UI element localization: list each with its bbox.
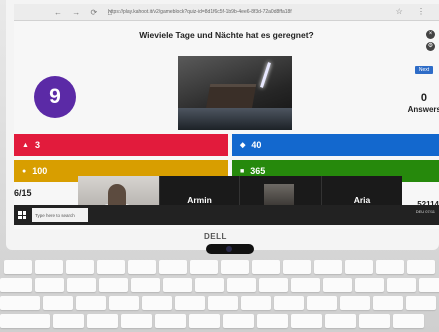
key[interactable] [76,296,106,310]
answer-text: 3 [34,140,40,150]
key[interactable] [373,296,403,310]
key[interactable] [97,260,125,274]
key[interactable] [0,278,32,292]
key[interactable] [163,278,192,292]
question-progress: 6/15 [14,188,32,198]
keyboard-row-3 [0,296,436,310]
next-button[interactable]: Next [415,66,433,74]
circle-icon: ● [22,167,27,175]
key[interactable] [53,314,84,328]
keyboard-row-1 [4,260,435,274]
sea-waves [178,108,292,130]
question-title: Wieviele Tage und Nächte hat es geregnet… [139,30,314,40]
key[interactable] [283,260,311,274]
close-icon[interactable]: × [426,30,435,39]
answer-option-blue[interactable]: ◆ 40 [232,134,439,156]
answer-text: 100 [32,166,48,176]
webcam-lens [226,246,232,252]
browser-menu-icons[interactable]: ☆ ⋮ [396,7,431,16]
key[interactable] [340,296,370,310]
key[interactable] [121,314,152,328]
key[interactable] [406,296,436,310]
keyboard-row-2 [0,278,439,292]
key[interactable] [190,260,218,274]
key[interactable] [355,278,384,292]
key[interactable] [393,314,424,328]
key[interactable] [221,260,249,274]
participant-label: Armin [187,194,212,205]
key[interactable] [87,314,118,328]
answers-label: Answers [407,105,439,114]
keyboard [0,260,439,332]
key[interactable] [128,260,156,274]
key[interactable] [419,278,439,292]
key[interactable] [407,260,435,274]
system-tray[interactable]: DEU 07/11 [416,209,435,215]
key[interactable] [376,260,404,274]
key[interactable] [359,314,390,328]
answer-text: 365 [250,166,266,176]
key[interactable] [131,278,160,292]
key[interactable] [387,278,416,292]
lightning-bolt [260,62,271,88]
windows-start-icon[interactable] [18,211,26,219]
answers-count: 0 [420,92,427,104]
brand-logo: DELL [204,232,227,241]
taskbar-search[interactable]: Type here to search [32,208,88,222]
key[interactable] [159,260,187,274]
key[interactable] [4,260,32,274]
key[interactable] [291,278,320,292]
square-icon: ■ [240,167,245,175]
key[interactable] [274,296,304,310]
key[interactable] [142,296,172,310]
answer-option-red[interactable]: ▲ 3 [14,134,228,156]
key[interactable] [66,260,94,274]
key[interactable] [241,296,271,310]
key[interactable] [227,278,256,292]
taskbar: Type here to search DEU 07/11 [14,205,439,225]
key[interactable] [0,314,50,328]
question-image [178,56,292,130]
key[interactable] [345,260,373,274]
key[interactable] [223,314,254,328]
key[interactable] [208,296,238,310]
key[interactable] [43,296,73,310]
countdown-timer: 9 [34,76,76,118]
key[interactable] [155,314,186,328]
key[interactable] [99,278,128,292]
key[interactable] [0,296,40,310]
key[interactable] [257,314,288,328]
settings-icon[interactable]: ⚙ [426,42,435,51]
ark-shape [205,84,257,110]
browser-nav-icons[interactable]: ← → ⟳ ⌂ [54,8,116,17]
diamond-icon: ◆ [240,142,246,149]
key[interactable] [35,278,64,292]
key[interactable] [67,278,96,292]
key[interactable] [291,314,322,328]
key[interactable] [252,260,280,274]
key[interactable] [259,278,288,292]
key[interactable] [175,296,205,310]
key[interactable] [189,314,220,328]
key[interactable] [35,260,63,274]
key[interactable] [325,314,356,328]
triangle-icon: ▲ [22,141,29,149]
browser-bar: ← → ⟳ ⌂ https://play.kahoot.it/v2/gamebl… [14,4,439,21]
participant-label: Aria [353,194,371,205]
key[interactable] [323,278,352,292]
key[interactable] [307,296,337,310]
laptop: ← → ⟳ ⌂ https://play.kahoot.it/v2/gamebl… [0,0,439,332]
address-bar[interactable]: https://play.kahoot.it/v2/gameblock?quiz… [108,9,292,15]
webcam [206,244,254,254]
key[interactable] [195,278,224,292]
key[interactable] [314,260,342,274]
key[interactable] [109,296,139,310]
keyboard-row-4 [0,314,424,328]
answer-text: 40 [251,140,262,150]
